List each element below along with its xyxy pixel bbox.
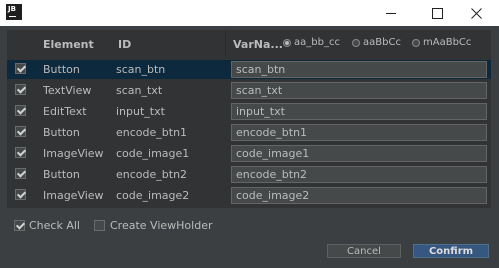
radio-maabbcc[interactable]: mAaBbCc <box>412 37 471 48</box>
varname-field[interactable]: input_txt <box>231 103 487 120</box>
radio-aabbcc[interactable]: aaBbCc <box>352 37 401 48</box>
header-element: Element <box>43 38 94 51</box>
radio-label: aaBbCc <box>363 37 401 48</box>
table-row[interactable]: Button encode_btn1 encode_btn1 <box>7 123 491 142</box>
row-checkbox[interactable] <box>15 63 26 74</box>
row-checkbox[interactable] <box>15 84 26 95</box>
row-element: TextView <box>43 84 92 97</box>
radio-button[interactable] <box>283 38 291 47</box>
table-row[interactable]: Button encode_btn2 encode_btn2 <box>7 165 491 184</box>
row-element: Button <box>43 63 80 76</box>
minimize-icon <box>386 12 396 14</box>
row-id: code_image2 <box>116 189 190 202</box>
radio-label: mAaBbCc <box>423 37 472 48</box>
title-bar: JB <box>0 0 499 26</box>
row-id: code_image1 <box>116 147 190 160</box>
row-element: ImageView <box>43 147 104 160</box>
varname-field[interactable]: scan_txt <box>231 82 487 99</box>
varname-field[interactable]: code_image2 <box>231 187 487 204</box>
row-id: scan_btn <box>116 63 166 76</box>
row-checkbox[interactable] <box>15 147 26 158</box>
varname-field[interactable]: code_image1 <box>231 145 487 162</box>
radio-aa-bb-cc[interactable]: aa_bb_cc <box>283 37 340 48</box>
header-varname: VarNa... <box>233 38 283 51</box>
row-element: EditText <box>43 105 87 118</box>
row-id: scan_txt <box>116 84 163 97</box>
close-icon <box>470 7 482 19</box>
check-all-label[interactable]: Check All <box>29 219 80 232</box>
row-element: Button <box>43 168 80 181</box>
radio-button[interactable] <box>352 38 360 47</box>
varname-field[interactable]: encode_btn1 <box>231 124 487 141</box>
minimize-button[interactable] <box>368 0 414 26</box>
row-id: input_txt <box>116 105 165 118</box>
radio-button[interactable] <box>412 38 420 47</box>
table-row[interactable]: Button scan_btn scan_btn <box>7 60 491 79</box>
varname-field[interactable]: encode_btn2 <box>231 166 487 183</box>
row-checkbox[interactable] <box>15 168 26 179</box>
table-row[interactable]: ImageView code_image1 code_image1 <box>7 144 491 163</box>
row-checkbox[interactable] <box>15 189 26 200</box>
row-element: Button <box>43 126 80 139</box>
check-all-checkbox[interactable] <box>14 220 25 231</box>
row-id: encode_btn1 <box>116 126 188 139</box>
table-row[interactable]: TextView scan_txt scan_txt <box>7 81 491 100</box>
header-id: ID <box>118 38 132 51</box>
confirm-button[interactable]: Confirm <box>413 244 489 258</box>
row-id: encode_btn2 <box>116 168 188 181</box>
app-logo: JB <box>6 4 22 20</box>
row-checkbox[interactable] <box>15 105 26 116</box>
varname-field[interactable]: scan_btn <box>231 61 487 78</box>
cancel-button[interactable]: Cancel <box>327 244 401 258</box>
create-viewholder-checkbox[interactable] <box>94 220 105 231</box>
header-divider <box>225 30 226 56</box>
maximize-icon <box>431 7 443 19</box>
close-button[interactable] <box>453 0 499 26</box>
table-row[interactable]: ImageView code_image2 code_image2 <box>7 186 491 205</box>
radio-label: aa_bb_cc <box>294 37 340 48</box>
create-viewholder-label[interactable]: Create ViewHolder <box>110 219 212 232</box>
element-table: Element ID VarNa... aa_bb_cc aaBbCc mAaB… <box>7 30 491 208</box>
row-element: ImageView <box>43 189 104 202</box>
row-checkbox[interactable] <box>15 126 26 137</box>
table-row[interactable]: EditText input_txt input_txt <box>7 102 491 121</box>
